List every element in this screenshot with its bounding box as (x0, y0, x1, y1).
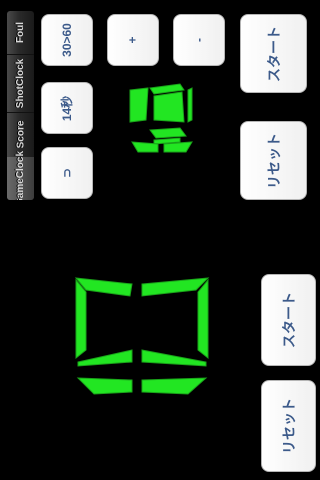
tab-gameclock-label: GameClock (15, 150, 26, 200)
set-14-seconds-label: 14秒 (60, 95, 75, 121)
shot-clock-digit-display (129, 83, 193, 153)
plus-button[interactable]: + (107, 14, 159, 66)
game-clock-reset-button[interactable]: リセット (261, 380, 316, 472)
bottom-digit-segment-lower-right (141, 377, 208, 395)
set-30-60-button[interactable]: 30>60 (41, 14, 93, 66)
plus-label: + (125, 36, 140, 44)
shot-clock-reset-button[interactable]: リセット (240, 121, 307, 200)
extra-button-label: ⊃ (60, 167, 74, 179)
set-30-60-label: 30>60 (59, 23, 74, 57)
tab-foul-label: Foul (14, 21, 26, 44)
tab-shotclock[interactable]: ShotClock (7, 54, 34, 113)
top-digit-segment-middle (187, 87, 193, 123)
shot-clock-start-button[interactable]: スタート (240, 14, 307, 93)
top-digit-segment-lower-left (131, 141, 159, 153)
minus-label: - (192, 38, 206, 42)
top-digit-segment-lower-right (163, 141, 193, 153)
extra-button[interactable]: ⊃ (41, 147, 93, 199)
top-digit-segment-top (129, 87, 149, 123)
game-clock-start-button[interactable]: スタート (261, 274, 316, 366)
tab-gameclock[interactable]: GameClock (7, 151, 34, 200)
tab-shotclock-label: ShotClock (15, 58, 27, 108)
top-digit-segment-top-left (149, 127, 187, 139)
top-digit-segment-bottom-right (153, 91, 185, 123)
game-clock-digit-display (74, 277, 210, 395)
bottom-digit-segment-middle-left (77, 349, 133, 367)
bottom-digit-segment-left-upper (75, 278, 87, 360)
shot-clock-screen: Foul ShotClock Score GameClock 30>60 14秒… (0, 0, 320, 480)
bottom-digit-segment-lower-left (76, 377, 133, 395)
mode-tab-bar: Foul ShotClock Score GameClock (7, 11, 34, 200)
shot-clock-reset-label: リセット (265, 132, 282, 189)
tab-score-label: Score (15, 120, 27, 149)
tab-foul[interactable]: Foul (7, 11, 34, 55)
shot-clock-start-label: スタート (265, 25, 282, 82)
bottom-digit-segment-right-upper (197, 278, 209, 360)
minus-button[interactable]: - (173, 14, 225, 66)
set-14-seconds-button[interactable]: 14秒 (41, 82, 93, 134)
bottom-digit-segment-middle-right (141, 349, 207, 367)
game-clock-reset-label: リセット (280, 398, 297, 454)
game-clock-start-label: スタート (280, 292, 297, 348)
